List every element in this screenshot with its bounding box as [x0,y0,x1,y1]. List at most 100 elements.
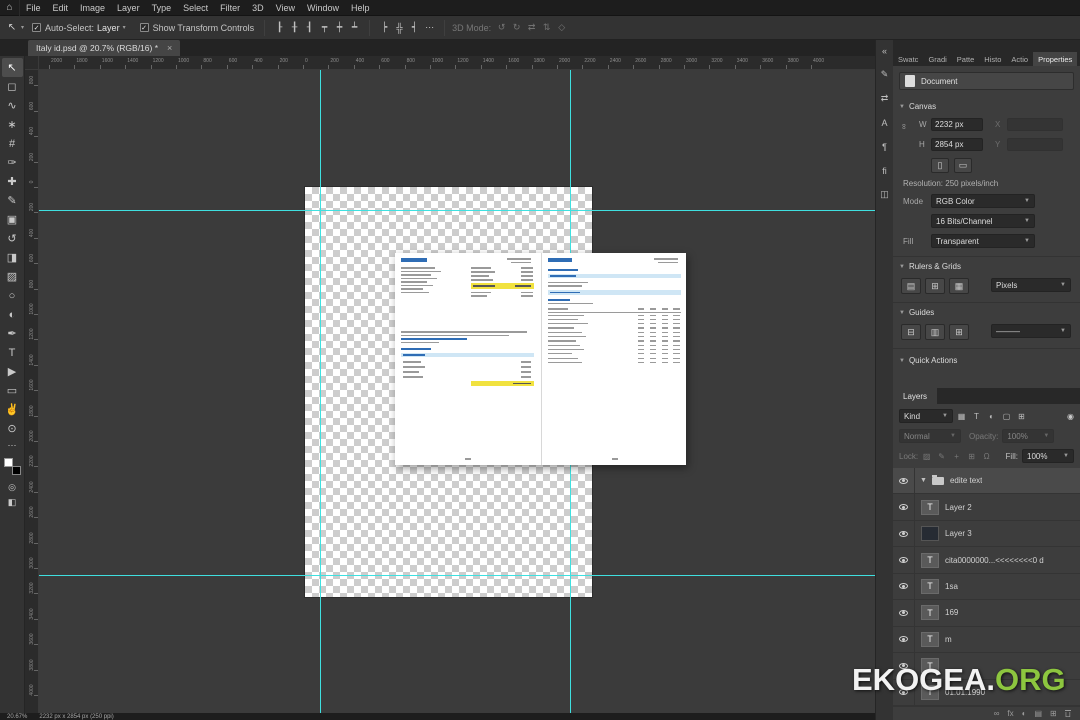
glyphs-panel-icon[interactable]: fi [877,164,893,177]
close-icon[interactable]: × [167,43,172,53]
kind-filter-icon-4[interactable]: ▢ [1000,410,1013,423]
history-brush-tool-icon[interactable]: ↺ [2,229,23,248]
visibility-toggle[interactable] [893,468,915,494]
guide-horizontal-2[interactable] [39,575,875,576]
libraries-panel-icon[interactable]: ◫ [877,188,893,201]
menu-3d[interactable]: 3D [246,0,270,16]
show-transform-checkbox[interactable]: ✓ [139,23,149,32]
lasso-tool-icon[interactable]: ∿ [2,96,23,115]
bit-depth-select[interactable]: 16 Bits/Channel ▼ [931,214,1035,228]
guides-icon-1[interactable]: ⊟ [901,324,921,340]
layer-row-0[interactable]: ▼ edite text [893,468,1080,495]
filter-toggle-icon[interactable]: ◉ [1067,412,1074,421]
guide-vertical-1[interactable] [320,70,321,713]
text-layer-thumbnail[interactable]: T [921,578,939,594]
rulers-grids-icon-2[interactable]: ⊞ [925,278,945,294]
invoice-pages-layer[interactable] [395,253,686,465]
lock-icon-4[interactable]: ⊞ [965,450,978,463]
align-icon-2[interactable]: ╂ [287,20,302,36]
type-tool-icon[interactable]: T [2,343,23,362]
text-layer-thumbnail[interactable]: T [921,631,939,647]
kind-filter-icon-2[interactable]: T [970,410,983,423]
guide-horizontal-1[interactable] [39,210,875,211]
auto-select-checkbox[interactable]: ✓ [32,23,42,32]
tab-histo[interactable]: Histo [979,52,1006,66]
lock-icon-5[interactable]: Ω [980,450,993,463]
align-icon-6[interactable]: ┷ [347,20,362,36]
home-icon[interactable]: ⌂ [0,0,20,16]
swap-arrows-icon[interactable]: ⇄ [877,92,893,105]
brush-settings-icon[interactable]: ✎ [877,68,893,81]
menu-select[interactable]: Select [177,0,214,16]
link-layers-icon[interactable]: ∞ [994,709,1000,718]
menu-type[interactable]: Type [146,0,178,16]
units-select[interactable]: Pixels ▼ [991,278,1071,292]
orientation-portrait-button[interactable]: ▯ [931,158,949,173]
guide-style-select[interactable]: ——— ▼ [991,324,1071,338]
layer-row-2[interactable]: Layer 3 [893,520,1080,548]
color-swatches[interactable] [3,458,21,475]
canvas-section-header[interactable]: ▼ Canvas [899,102,1074,111]
color-mode-select[interactable]: RGB Color ▼ [931,194,1035,208]
menu-view[interactable]: View [270,0,301,16]
rulers-grids-icon-1[interactable]: ▤ [901,278,921,294]
horizontal-ruler[interactable]: 2000 1800 1600 1400 1200 1000 800 600 400 200 0 200… [39,56,875,70]
distribute-icon-2[interactable]: ╬ [392,20,407,36]
layer-fill-select[interactable]: 100% ▼ [1022,449,1074,463]
document-tab[interactable]: Italy id.psd @ 20.7% (RGB/16) * × [28,40,181,56]
menu-edit[interactable]: Edit [47,0,75,16]
crop-tool-icon[interactable]: # [2,134,23,153]
quick-selection-tool-icon[interactable]: ∗ [2,115,23,134]
layer-row-1[interactable]: T Layer 2 [893,494,1080,521]
width-input[interactable]: 2232 px [931,118,983,131]
foreground-color-swatch[interactable] [3,458,13,467]
kind-filter-icon-3[interactable]: ◐ [985,410,998,423]
delete-layer-icon[interactable]: ⊔ [1064,709,1071,718]
align-icon-3[interactable]: ┨ [302,20,317,36]
menu-window[interactable]: Window [301,0,345,16]
visibility-toggle[interactable] [893,520,915,547]
quick-mask-icon[interactable]: ◎ [2,480,23,495]
auto-select-dropdown[interactable]: Layer ▾ [97,23,126,33]
clone-stamp-tool-icon[interactable]: ▣ [2,210,23,229]
align-icon-5[interactable]: ┿ [332,20,347,36]
tab-layers[interactable]: Layers [893,388,938,404]
visibility-toggle[interactable] [893,547,915,573]
visibility-toggle[interactable] [893,573,915,600]
kind-filter-icon-1[interactable]: ▦ [955,410,968,423]
dodge-tool-icon[interactable]: ◐ [2,305,23,324]
healing-brush-tool-icon[interactable]: ✚ [2,172,23,191]
background-color-swatch[interactable] [11,466,21,475]
distribute-icon-1[interactable]: ┝ [377,20,392,36]
marquee-tool-icon[interactable]: ◻ [2,77,23,96]
new-layer-icon[interactable]: ⊞ [1050,709,1057,718]
guides-icon-3[interactable]: ⊞ [949,324,969,340]
tab-patte[interactable]: Patte [952,52,980,66]
rulers-grids-section-header[interactable]: ▼ Rulers & Grids [899,262,1074,271]
layer-row-3[interactable]: Tcita0000000...<<<<<<<<0 d [893,547,1080,574]
menu-file[interactable]: File [20,0,47,16]
height-input[interactable]: 2854 px [931,138,983,151]
rectangle-tool-icon[interactable]: ▭ [2,381,23,400]
blur-tool-icon[interactable]: ○ [2,286,23,305]
layer-row-5[interactable]: T 169 [893,600,1080,627]
lock-icon-2[interactable]: ✎ [935,450,948,463]
lock-icon-1[interactable]: ▨ [920,450,933,463]
zoom-level-field[interactable]: 20.67% [7,714,27,720]
text-layer-thumbnail[interactable]: T [921,552,939,568]
visibility-toggle[interactable] [893,600,915,626]
move-tool-icon[interactable]: ↖ [1,58,23,77]
orientation-landscape-button[interactable]: ▭ [954,158,972,173]
new-group-icon[interactable]: ▤ [1034,709,1042,718]
layer-style-icon[interactable]: fx [1007,709,1013,718]
screen-mode-icon[interactable]: ◧ [2,495,23,510]
paragraph-panel-icon[interactable]: ¶ [877,140,893,153]
hand-tool-icon[interactable]: ✌ [2,400,23,419]
tab-gradi[interactable]: Gradi [923,52,951,66]
zoom-tool-icon[interactable]: ⊙ [2,419,23,438]
layer-thumbnail[interactable] [921,526,939,542]
visibility-toggle[interactable] [893,626,915,653]
collapse-panels-icon[interactable]: « [877,44,893,57]
align-icon-1[interactable]: ┠ [272,20,287,36]
menu-layer[interactable]: Layer [111,0,146,16]
